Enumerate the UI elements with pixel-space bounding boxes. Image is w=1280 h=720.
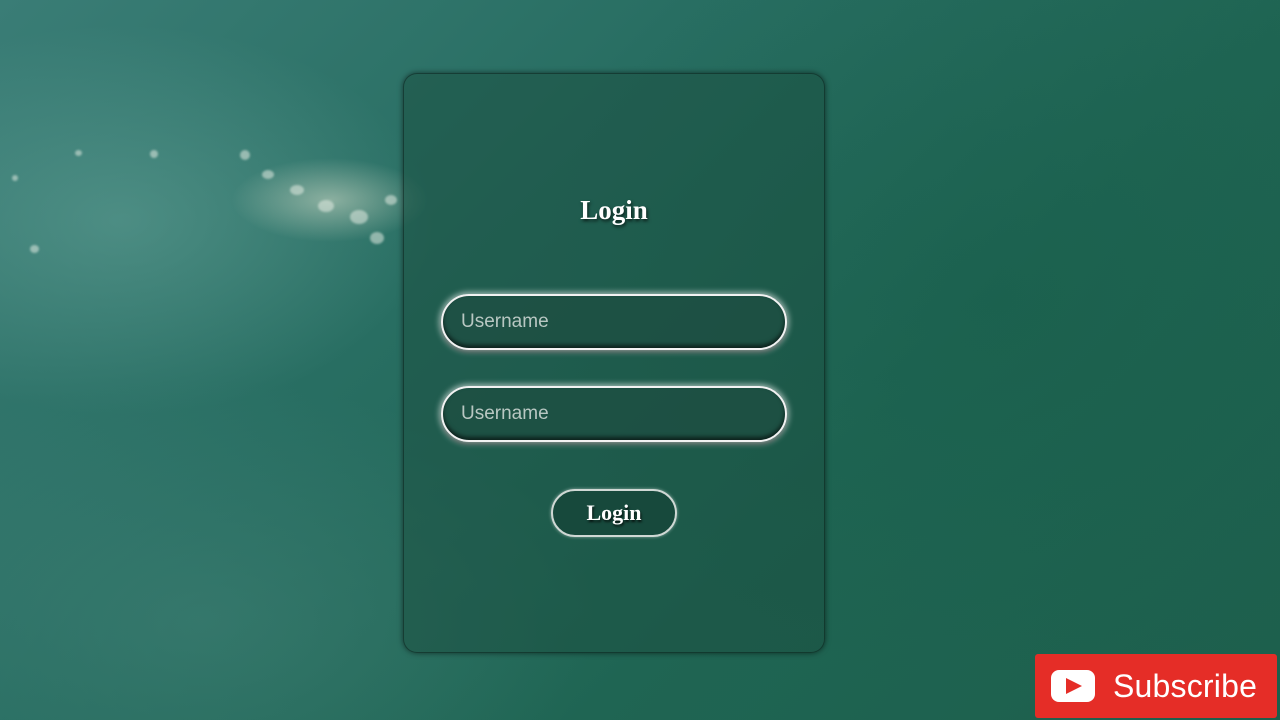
foam-spot [240,150,250,160]
foam-spot [318,200,334,212]
foam-spot [350,210,368,224]
username-input[interactable] [441,294,787,350]
foam-spot [370,232,384,244]
login-card: Login Login [403,73,825,653]
foam-spot [150,150,158,158]
subscribe-label: Subscribe [1113,667,1258,704]
foam-spot [30,245,39,253]
password-input[interactable] [441,386,787,442]
foam-spot [75,150,82,156]
youtube-play-icon [1051,670,1095,702]
login-button[interactable]: Login [551,489,677,537]
foam-spot [385,195,397,205]
foam-spot [12,175,18,181]
login-title: Login [580,195,648,225]
foam-spot [262,170,274,179]
subscribe-button[interactable]: Subscribe [1035,654,1277,718]
foam-spot [290,185,304,195]
